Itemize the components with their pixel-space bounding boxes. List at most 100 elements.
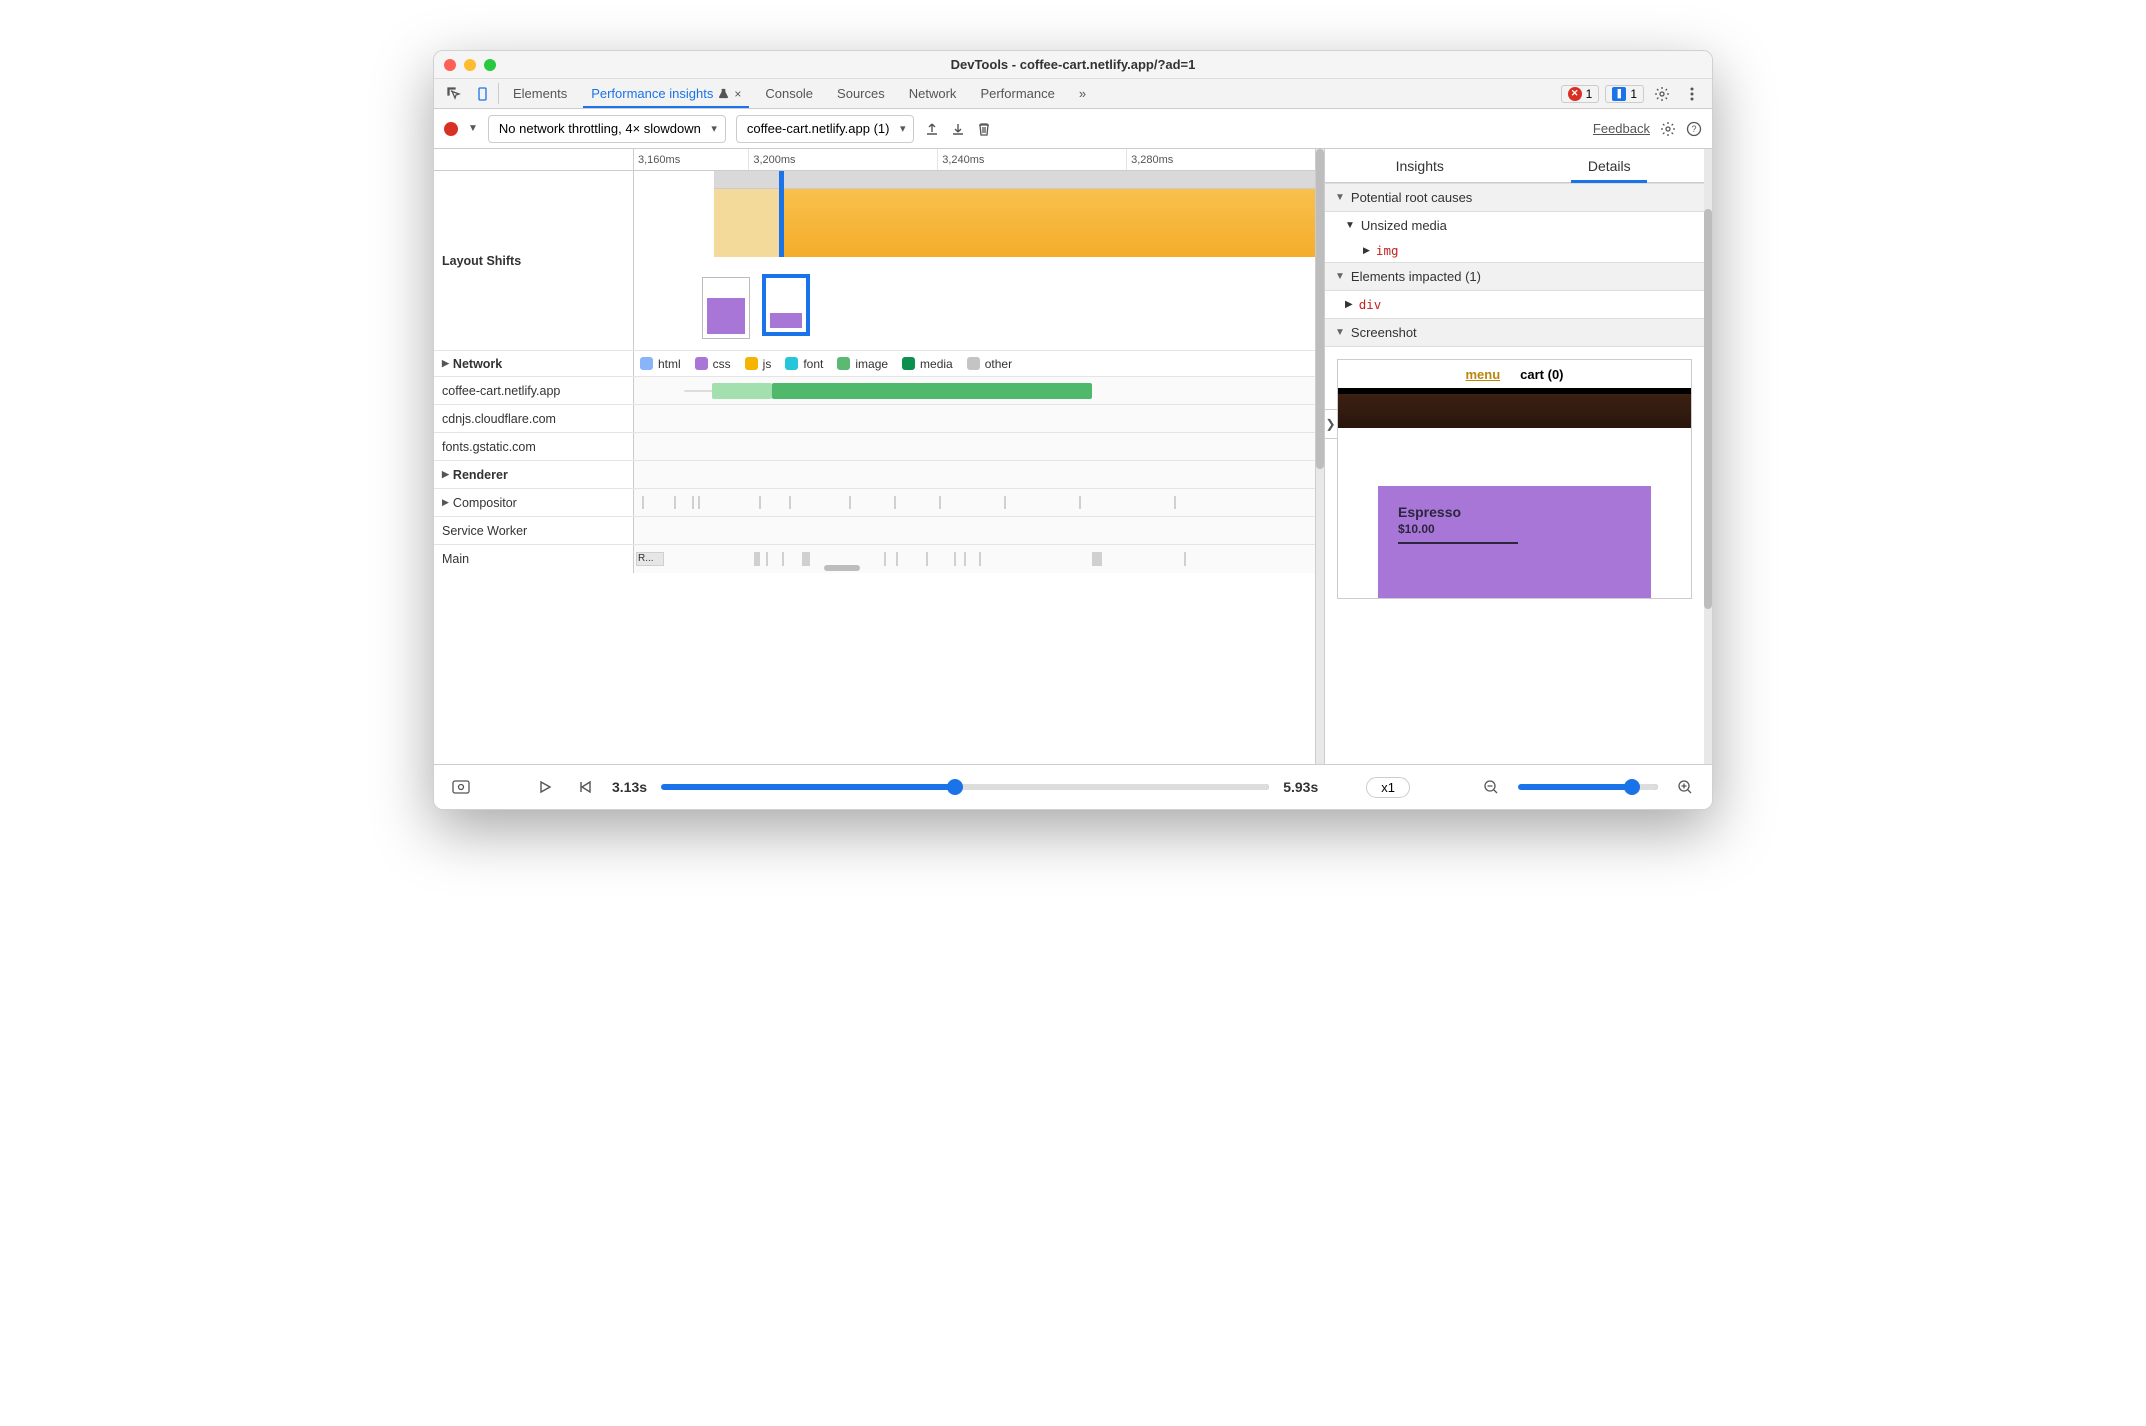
throttling-select[interactable]: No network throttling, 4× slowdown [488,115,726,143]
playback-slider[interactable] [661,784,1269,790]
right-tabs: Insights Details [1325,149,1704,183]
devtools-window: DevTools - coffee-cart.netlify.app/?ad=1… [433,50,1713,810]
skip-back-icon[interactable] [572,774,598,800]
chevron-down-icon: ▼ [1335,192,1345,203]
details-tab[interactable]: Details [1515,149,1705,182]
ruler-tick: 3,200ms [753,154,795,166]
play-icon[interactable] [532,774,558,800]
zoom-in-icon[interactable] [1672,774,1698,800]
delete-icon[interactable] [976,121,992,137]
preview-item-name: Espresso [1398,504,1631,520]
network-host-row: cdnjs.cloudflare.com [434,405,1315,433]
origin-select[interactable]: coffee-cart.netlify.app (1) [736,115,915,143]
legend-font: font [785,357,823,371]
unsized-media-element[interactable]: ▶ img [1325,239,1704,262]
tab-label: Sources [837,86,885,101]
right-v-scrollbar[interactable] [1704,149,1712,764]
screenshot-preview: menu cart (0) Espresso $10.00 [1337,359,1692,599]
layout-shift-thumb-selected[interactable] [762,274,810,336]
zoom-out-icon[interactable] [1478,774,1504,800]
network-label[interactable]: ▶ Network [434,351,634,376]
unsized-media-item[interactable]: ▼ Unsized media [1325,212,1704,239]
window-title: DevTools - coffee-cart.netlify.app/?ad=1 [434,57,1712,72]
record-menu-chevron[interactable]: ▼ [468,123,478,134]
tab-elements[interactable]: Elements [501,79,579,108]
tab-sources[interactable]: Sources [825,79,897,108]
error-badge[interactable]: ✕ 1 [1561,85,1600,103]
renderer-label[interactable]: ▶ Renderer [434,461,634,488]
legend-media: media [902,357,953,371]
close-window[interactable] [444,59,456,71]
time-ruler: 3,160ms 3,200ms 3,240ms 3,280ms [434,149,1315,171]
playback-start-time: 3.13s [612,779,647,795]
ruler-tick: 3,280ms [1131,154,1173,166]
chevron-right-icon: ▶ [442,469,449,480]
legend-image: image [837,357,888,371]
insights-toolbar: ▼ No network throttling, 4× slowdown cof… [434,109,1712,149]
chevron-right-icon: ▶ [442,497,449,508]
more-tabs[interactable]: » [1067,79,1098,108]
network-legend: html css js font image media other [634,351,1315,376]
chevron-down-icon: ▼ [1335,271,1345,282]
export-icon[interactable] [924,121,940,137]
renderer-header-row: ▶ Renderer [434,461,1315,489]
maximize-window[interactable] [484,59,496,71]
layout-shifts-body[interactable] [634,171,1315,350]
close-tab-icon[interactable]: × [734,87,741,101]
throttling-value: No network throttling, 4× slowdown [499,121,701,136]
main-mark[interactable]: R... [636,552,664,566]
inspect-icon[interactable] [440,79,468,108]
toggle-overlay-icon[interactable] [448,774,474,800]
insights-tab[interactable]: Insights [1325,149,1515,182]
error-icon: ✕ [1568,87,1582,101]
details-panel: ❯ Insights Details ▼ Potential root caus… [1324,149,1704,764]
root-causes-section[interactable]: ▼ Potential root causes [1325,183,1704,212]
tab-label: Console [765,86,813,101]
impacted-element[interactable]: ▶ div [1325,291,1704,318]
compositor-label[interactable]: ▶ Compositor [434,489,634,516]
layout-shifts-label: Layout Shifts [434,171,634,350]
help-icon[interactable]: ? [1686,121,1702,137]
chevron-right-icon: ▶ [1363,245,1370,256]
net-bar[interactable] [772,383,1092,399]
net-bar[interactable] [712,383,772,399]
h-scrollbar-thumb[interactable] [824,565,860,571]
playback-knob[interactable] [947,779,963,795]
timeline-panel: 3,160ms 3,200ms 3,240ms 3,280ms Layout S… [434,149,1316,764]
panel-settings-icon[interactable] [1660,121,1676,137]
layout-shift-thumb[interactable] [702,277,750,339]
main-thread-label: Main [434,545,634,573]
speed-pill[interactable]: x1 [1366,777,1410,798]
minimize-window[interactable] [464,59,476,71]
tab-network[interactable]: Network [897,79,969,108]
chevron-right-icon: ▶ [442,358,449,369]
device-toolbar-icon[interactable] [468,79,496,108]
network-host-label: cdnjs.cloudflare.com [434,405,634,432]
v-scrollbar-thumb[interactable] [1316,149,1324,469]
legend-js: js [745,357,772,371]
kebab-menu-icon[interactable] [1680,86,1704,102]
network-host-label: coffee-cart.netlify.app [434,377,634,404]
ruler-tick: 3,160ms [638,154,680,166]
origin-value: coffee-cart.netlify.app (1) [747,121,890,136]
elements-impacted-section[interactable]: ▼ Elements impacted (1) [1325,262,1704,291]
collapse-right-panel[interactable]: ❯ [1324,409,1338,439]
import-icon[interactable] [950,121,966,137]
message-count: 1 [1630,87,1637,101]
preview-cart: cart (0) [1520,367,1563,382]
tab-performance[interactable]: Performance [968,79,1066,108]
screenshot-section[interactable]: ▼ Screenshot [1325,318,1704,347]
record-button[interactable] [444,122,458,136]
zoom-knob[interactable] [1624,779,1640,795]
v-scrollbar-thumb[interactable] [1704,209,1712,609]
tab-console[interactable]: Console [753,79,825,108]
tab-performance-insights[interactable]: Performance insights × [579,79,753,108]
zoom-slider[interactable] [1518,784,1658,790]
playback-end-time: 5.93s [1283,779,1318,795]
time-cursor[interactable] [779,171,784,257]
settings-icon[interactable] [1650,86,1674,102]
tab-label: Elements [513,86,567,101]
message-badge[interactable]: ❚ 1 [1605,85,1644,103]
v-scrollbar[interactable] [1316,149,1324,764]
feedback-link[interactable]: Feedback [1593,121,1650,136]
